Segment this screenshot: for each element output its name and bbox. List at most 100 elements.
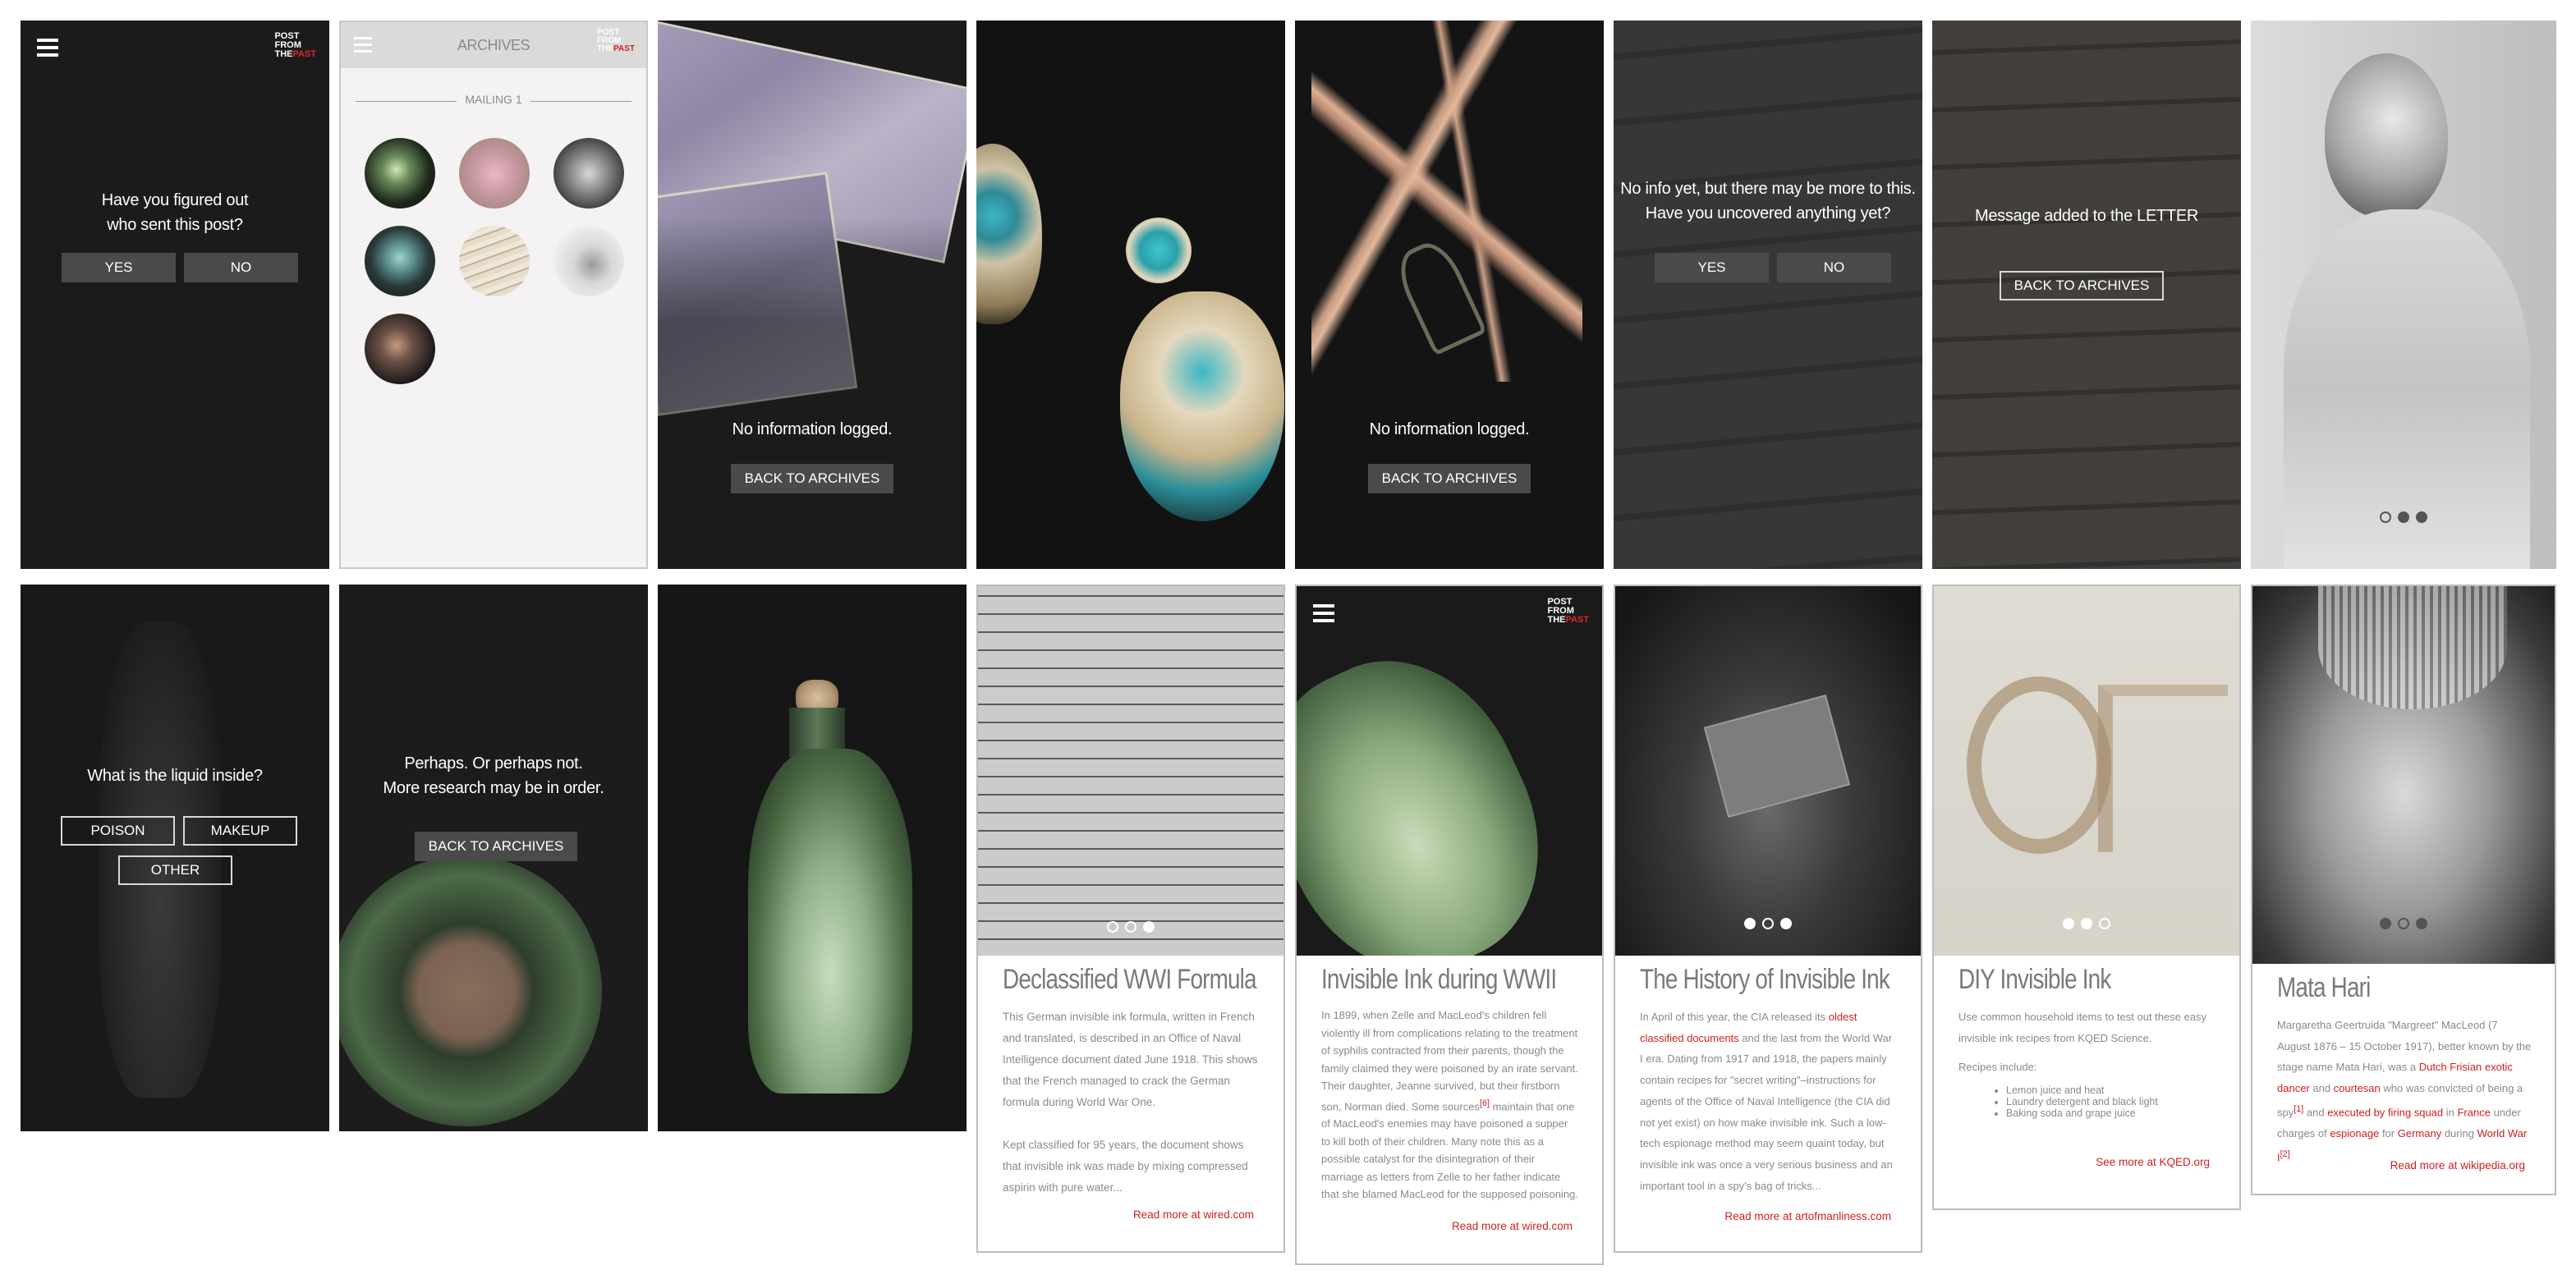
hamburger-menu-icon[interactable]: [1313, 604, 1334, 622]
carousel-dot[interactable]: [2398, 918, 2409, 929]
carousel-dot[interactable]: [1143, 921, 1155, 933]
formula-document-image: [978, 586, 1283, 956]
screen-liquid-question: What is the liquid inside? POISON MAKEUP…: [21, 585, 329, 1131]
carousel-dot[interactable]: [1780, 918, 1792, 929]
carousel-dots[interactable]: [1934, 918, 2239, 933]
article-title: Declassified WWI Formula: [1003, 964, 1257, 995]
carousel-dot[interactable]: [2099, 918, 2110, 929]
article-paragraph: This German invisible ink formula, writt…: [1003, 1011, 1258, 1108]
no-button[interactable]: NO: [184, 253, 298, 282]
message-line-2: More research may be in order.: [383, 779, 604, 797]
status-text: No information logged.: [732, 420, 893, 438]
carousel-dot[interactable]: [2416, 511, 2427, 523]
carousel-dot[interactable]: [2416, 918, 2427, 929]
no-button[interactable]: NO: [1777, 253, 1891, 282]
carousel-dot[interactable]: [2398, 511, 2409, 523]
article-paragraph: Kept classified for 95 years, the docume…: [1003, 1139, 1248, 1194]
carousel-dots[interactable]: [2251, 511, 2556, 527]
screen-perhaps: Perhaps. Or perhaps not. More research m…: [339, 585, 648, 1131]
message-line-1: Perhaps. Or perhaps not.: [404, 754, 583, 773]
screen-portrait-photo: [2251, 21, 2556, 569]
diy-ink-image: [1934, 586, 2239, 956]
archive-item-glass[interactable]: [553, 226, 624, 296]
carousel-dot[interactable]: [1762, 918, 1774, 929]
carousel-dots[interactable]: [2252, 918, 2555, 933]
makeup-button[interactable]: MAKEUP: [183, 816, 297, 846]
carousel-dot[interactable]: [1107, 921, 1118, 933]
earring-right-image: [1120, 291, 1284, 521]
hamburger-menu-icon[interactable]: [37, 39, 58, 57]
germany-link[interactable]: Germany: [2398, 1127, 2441, 1140]
overlay: [658, 218, 967, 569]
archive-item-banknote[interactable]: [459, 138, 530, 209]
other-button[interactable]: OTHER: [118, 855, 232, 885]
bottle-body-image: [748, 749, 912, 1094]
article-card: DIY Invisible Ink Use common household i…: [1932, 585, 2241, 1210]
app-logo: POST FROM THEPAST: [1547, 597, 1589, 625]
read-more-link[interactable]: Read more at wikipedia.org: [2390, 1159, 2525, 1172]
carousel-dots[interactable]: [978, 921, 1283, 937]
article-text: during: [2441, 1126, 2477, 1140]
back-to-archives-button[interactable]: BACK TO ARCHIVES: [2000, 271, 2164, 300]
citation-link[interactable]: [2]: [2280, 1149, 2290, 1159]
archive-item-key[interactable]: [365, 314, 435, 384]
carousel-dot[interactable]: [1125, 921, 1136, 933]
message-line-1: No info yet, but there may be more to th…: [1620, 180, 1916, 198]
question-line-2: who sent this post?: [107, 216, 243, 234]
carousel-dot[interactable]: [2081, 918, 2092, 929]
see-more-link[interactable]: See more at KQED.org: [2096, 1156, 2210, 1168]
article-body: In 1899, when Zelle and MacLeod's childr…: [1321, 1007, 1579, 1204]
overlay: [1614, 21, 1922, 569]
portrait-head-image: [2325, 53, 2448, 218]
article-body: Margaretha Geertruida "Margreet" MacLeod…: [2277, 1015, 2532, 1168]
read-more-link[interactable]: Read more at wired.com: [1133, 1208, 1254, 1221]
carousel-dots[interactable]: [1615, 918, 1921, 933]
back-to-archives-button[interactable]: BACK TO ARCHIVES: [731, 464, 893, 493]
article-paragraph: Use common household items to test out t…: [1958, 1011, 2207, 1044]
archive-item-bottle[interactable]: [365, 138, 435, 209]
yes-button[interactable]: YES: [1655, 253, 1769, 282]
archive-item-letter[interactable]: [459, 226, 530, 296]
screen-key: No information logged. BACK TO ARCHIVES: [1295, 21, 1604, 569]
france-link[interactable]: France: [2457, 1106, 2490, 1118]
poison-button[interactable]: POISON: [61, 816, 175, 846]
article-title: Mata Hari: [2277, 972, 2371, 1003]
screen-archives: ARCHIVES POST FROM THEPAST MAILING 1: [339, 21, 648, 569]
archive-item-earrings[interactable]: [365, 226, 435, 296]
citation-link[interactable]: [6]: [1480, 1098, 1490, 1108]
screen-banknote: No information logged. BACK TO ARCHIVES: [658, 21, 967, 569]
article-body: This German invisible ink formula, writt…: [1003, 1007, 1260, 1220]
status-text: No information logged.: [1369, 420, 1530, 438]
carousel-dot[interactable]: [1744, 918, 1756, 929]
citation-link[interactable]: [1]: [2294, 1104, 2303, 1114]
back-to-archives-button[interactable]: BACK TO ARCHIVES: [415, 832, 577, 861]
execution-link[interactable]: executed by firing squad: [2327, 1106, 2443, 1118]
archive-item-pearls[interactable]: [553, 138, 624, 209]
mailing-label: MAILING 1: [457, 93, 530, 106]
bottle-top-view-image: [339, 855, 602, 1126]
carousel-dot[interactable]: [2380, 511, 2391, 523]
yes-button[interactable]: YES: [62, 253, 176, 282]
question-text: What is the liquid inside?: [87, 767, 263, 785]
screen-message-added: Message added to the LETTER BACK TO ARCH…: [1932, 21, 2241, 569]
bottle-article-image: POST FROM THEPAST: [1297, 586, 1602, 956]
espionage-link[interactable]: espionage: [2330, 1127, 2379, 1140]
back-to-archives-button[interactable]: BACK TO ARCHIVES: [1368, 464, 1531, 493]
screen-earrings: [976, 21, 1285, 569]
carousel-dot[interactable]: [2380, 918, 2391, 929]
courtesan-link[interactable]: courtesan: [2334, 1082, 2381, 1094]
history-article-image: [1615, 586, 1921, 956]
read-more-link[interactable]: Read more at artofmanliness.com: [1724, 1210, 1891, 1222]
read-more-link[interactable]: Read more at wired.com: [1452, 1220, 1573, 1232]
screen-letter-question: No info yet, but there may be more to th…: [1614, 21, 1922, 569]
earring-stud-image: [1126, 218, 1192, 283]
carousel-dot[interactable]: [2063, 918, 2074, 929]
article-text: and: [2309, 1082, 2334, 1095]
article-text: In April of this year, the CIA released …: [1640, 1011, 1829, 1023]
screen-bottle: [658, 585, 967, 1131]
article-title: Invisible Ink during WWII: [1321, 964, 1557, 995]
confirmation-text: Message added to the LETTER: [1974, 207, 2199, 225]
article-card: The History of Invisible Ink In April of…: [1614, 585, 1922, 1253]
article-title: DIY Invisible Ink: [1958, 964, 2111, 995]
article-text: and: [2303, 1106, 2328, 1119]
